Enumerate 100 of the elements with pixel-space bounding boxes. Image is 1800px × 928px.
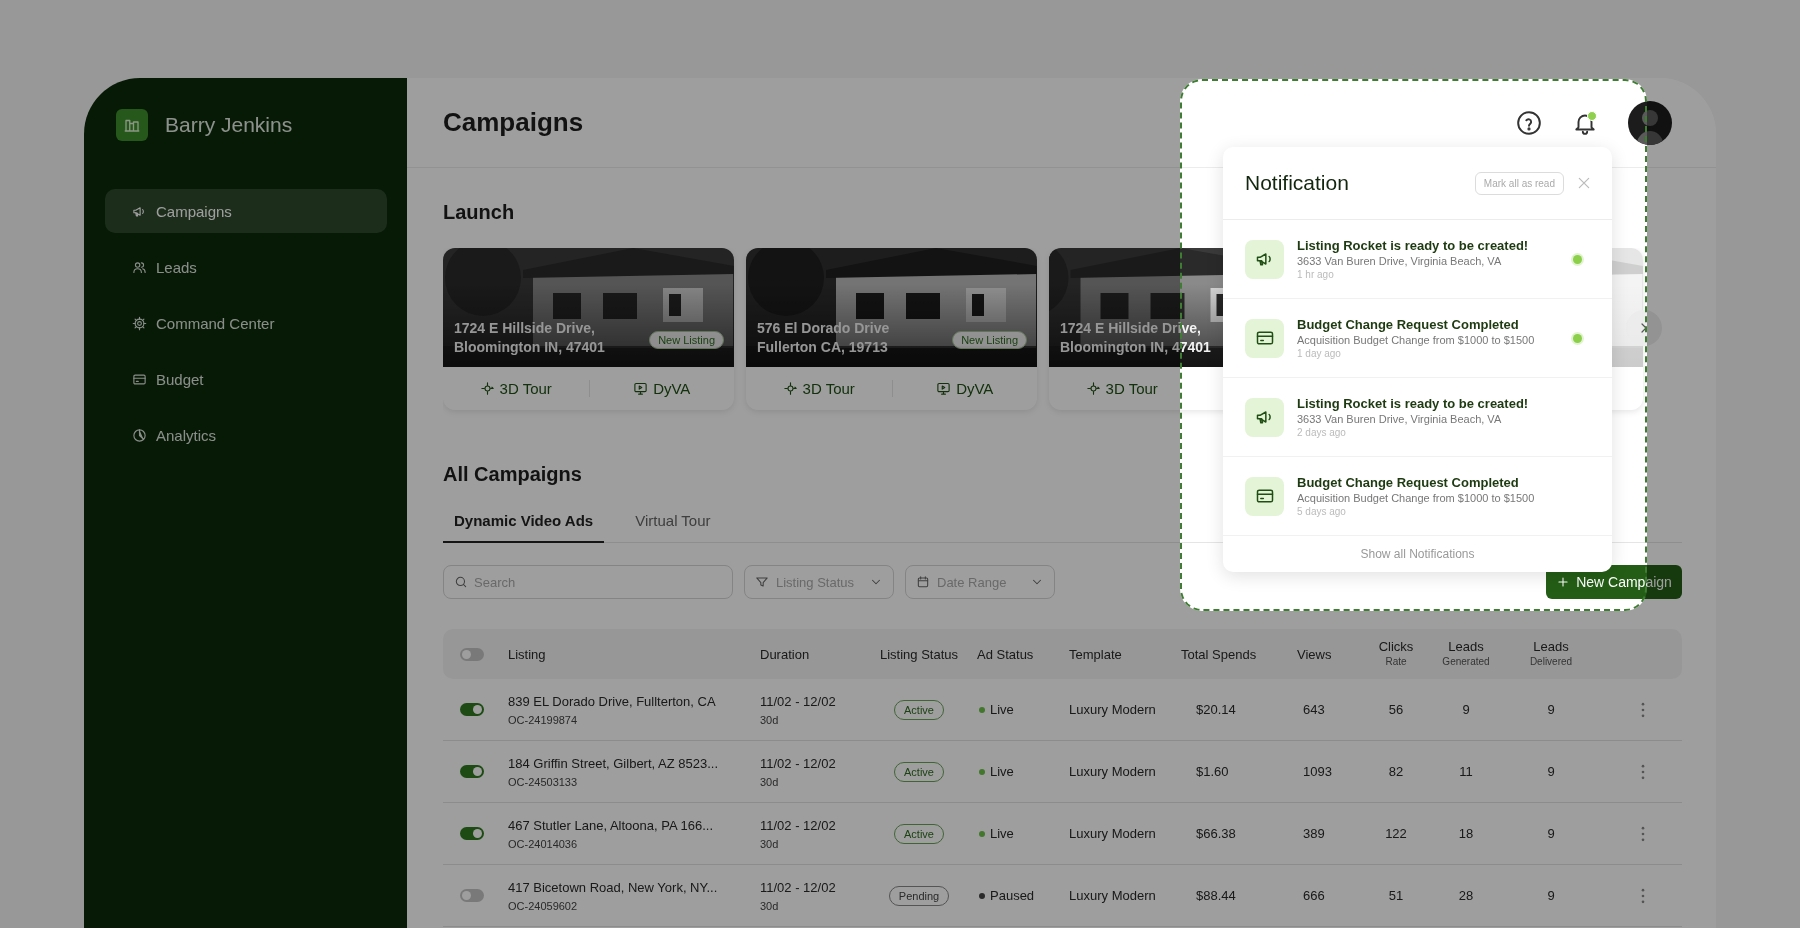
duration-days: 30d bbox=[760, 837, 869, 850]
page-title: Campaigns bbox=[443, 107, 584, 138]
listing-card[interactable]: 576 El Dorado Drive Fullerton CA, 19713 New Listing 3D Tour DyVA bbox=[746, 248, 1037, 410]
people-icon bbox=[132, 259, 147, 275]
table-cell-text: 1093 bbox=[1302, 764, 1333, 779]
table-cell-text: $88.44 bbox=[1195, 888, 1237, 903]
column-header: Leads bbox=[1533, 639, 1569, 654]
help-icon[interactable] bbox=[1516, 109, 1542, 136]
panel-title: Notification bbox=[1245, 171, 1350, 195]
notification-time: 2 days ago bbox=[1297, 427, 1347, 438]
notification-time: 1 day ago bbox=[1297, 348, 1342, 359]
column-header: Leads bbox=[1448, 639, 1484, 654]
card-action-button[interactable]: 3D Tour bbox=[1049, 380, 1195, 397]
sidebar-item[interactable]: Campaigns bbox=[105, 189, 387, 233]
table-cell-text: Luxury Modern bbox=[1068, 888, 1157, 903]
notification-item[interactable]: Listing Rocket is ready to be created! 3633 Van Buren Drive, Virginia Beach, VA 2 days ago bbox=[1223, 378, 1612, 457]
avatar[interactable] bbox=[1628, 100, 1672, 145]
listing-address: 576 El Dorado Drive Fullerton CA, 19713 bbox=[757, 319, 890, 357]
plus-icon bbox=[1556, 575, 1571, 589]
column-header: Listing bbox=[507, 646, 547, 662]
table-cell-text: 82 bbox=[1387, 764, 1405, 779]
listing-id: OC-24059602 bbox=[508, 899, 579, 912]
account-name: Barry Jenkins bbox=[165, 113, 293, 137]
monitor-icon bbox=[633, 381, 649, 396]
listing-badge: New Listing bbox=[649, 331, 724, 349]
column-subheader: Delivered bbox=[1529, 655, 1573, 669]
duration-days: 30d bbox=[760, 899, 869, 912]
listing-id: OC-24503133 bbox=[508, 775, 579, 788]
tour-icon bbox=[1085, 381, 1101, 396]
table-cell-text: 666 bbox=[1302, 888, 1326, 903]
table-cell-text: $20.14 bbox=[1195, 702, 1237, 717]
status-dot bbox=[979, 768, 985, 775]
table-cell-text: $66.38 bbox=[1195, 826, 1237, 841]
table-cell-text: 122 bbox=[1384, 826, 1408, 841]
column-header: Listing Status bbox=[878, 646, 959, 662]
ad-status: Live bbox=[990, 702, 1014, 717]
notification-time: 1 hr ago bbox=[1297, 269, 1335, 280]
column-header: Clicks bbox=[1378, 639, 1414, 654]
column-subheader: Generated bbox=[1442, 655, 1490, 669]
toggle-switch[interactable] bbox=[459, 827, 484, 840]
search-icon bbox=[454, 575, 468, 589]
sidebar-item[interactable]: Command Center bbox=[105, 301, 387, 345]
tab[interactable]: Virtual Tour bbox=[624, 502, 722, 543]
notification-item[interactable]: Budget Change Request Completed Acquisition Budget Change from $1000 to $1500 1 day ago bbox=[1223, 299, 1612, 378]
notification-item[interactable]: Listing Rocket is ready to be created! 3633 Van Buren Drive, Virginia Beach, VA 1 hr ago bbox=[1223, 220, 1612, 299]
notification-detail: Acquisition Budget Change from $1000 to $1500 bbox=[1297, 492, 1536, 504]
ad-status: Live bbox=[990, 764, 1014, 779]
notification-detail: 3633 Van Buren Drive, Virginia Beach, VA bbox=[1297, 413, 1503, 425]
card-icon bbox=[132, 371, 147, 387]
status-dot bbox=[979, 830, 985, 837]
date-range: 11/02 - 12/02 bbox=[760, 755, 837, 771]
ad-status: Paused bbox=[990, 888, 1035, 903]
filter-icon bbox=[755, 575, 769, 589]
notification-item[interactable]: Budget Change Request Completed Acquisition Budget Change from $1000 to $1500 5 days ago bbox=[1223, 457, 1612, 536]
listing-card[interactable]: 1724 E Hillside Drive, Bloomington IN, 47401 New Listing 3D Tour DyVA bbox=[443, 248, 734, 410]
notification-title: Budget Change Request Completed bbox=[1297, 475, 1520, 490]
card-action-button[interactable]: 3D Tour bbox=[443, 380, 589, 397]
calendar-icon bbox=[916, 575, 930, 589]
card-action-button[interactable]: DyVA bbox=[891, 380, 1037, 397]
ad-status: Live bbox=[990, 826, 1014, 841]
listing-id: OC-24014036 bbox=[508, 837, 579, 850]
table-cell-text: 56 bbox=[1387, 702, 1405, 717]
show-all-link[interactable]: Show all Notifications bbox=[1360, 547, 1475, 561]
column-header: Duration bbox=[759, 646, 811, 662]
sidebar-item[interactable]: Budget bbox=[105, 357, 387, 401]
table-cell-text: 9 bbox=[1546, 764, 1556, 779]
column-subheader: Rate bbox=[1385, 655, 1407, 669]
table-cell-text: 9 bbox=[1546, 826, 1556, 841]
duration-days: 30d bbox=[760, 775, 869, 788]
table-cell-text: Luxury Modern bbox=[1068, 702, 1157, 717]
toggle-switch[interactable] bbox=[459, 765, 484, 778]
status-dot bbox=[979, 706, 985, 713]
card-icon bbox=[1254, 328, 1275, 348]
duration-days: 30d bbox=[760, 713, 869, 726]
section-heading: All Campaigns bbox=[443, 462, 582, 486]
sidebar-item[interactable]: Analytics bbox=[105, 413, 387, 457]
notification-time: 5 days ago bbox=[1297, 506, 1347, 517]
card-action-button[interactable]: DyVA bbox=[588, 380, 734, 397]
toggle-switch[interactable] bbox=[459, 889, 484, 902]
pie-chart-icon bbox=[132, 427, 147, 443]
card-action-button[interactable]: 3D Tour bbox=[746, 380, 892, 397]
toggle-switch[interactable] bbox=[459, 647, 484, 661]
date-range: 11/02 - 12/02 bbox=[760, 693, 837, 709]
listing-badge: New Listing bbox=[952, 331, 1027, 349]
tour-icon bbox=[479, 381, 495, 396]
table-cell-text: 9 bbox=[1546, 888, 1556, 903]
table-cell-text: Luxury Modern bbox=[1068, 764, 1157, 779]
table-cell-text: Luxury Modern bbox=[1068, 826, 1157, 841]
status-dot bbox=[979, 892, 985, 899]
table-cell-text: 11 bbox=[1458, 764, 1474, 779]
listing-address: 417 Bicetown Road, New York, NY... bbox=[508, 879, 719, 895]
sidebar-item[interactable]: Leads bbox=[105, 245, 387, 289]
column-header: Total Spends bbox=[1180, 646, 1258, 662]
column-header: Template bbox=[1068, 646, 1123, 662]
toggle-switch[interactable] bbox=[459, 703, 484, 716]
date-range: 11/02 - 12/02 bbox=[760, 879, 837, 895]
table-cell-text: 28 bbox=[1457, 888, 1475, 903]
tour-icon bbox=[782, 381, 798, 396]
tab[interactable]: Dynamic Video Ads bbox=[443, 502, 605, 543]
table-cell-text: $1.60 bbox=[1195, 764, 1230, 779]
